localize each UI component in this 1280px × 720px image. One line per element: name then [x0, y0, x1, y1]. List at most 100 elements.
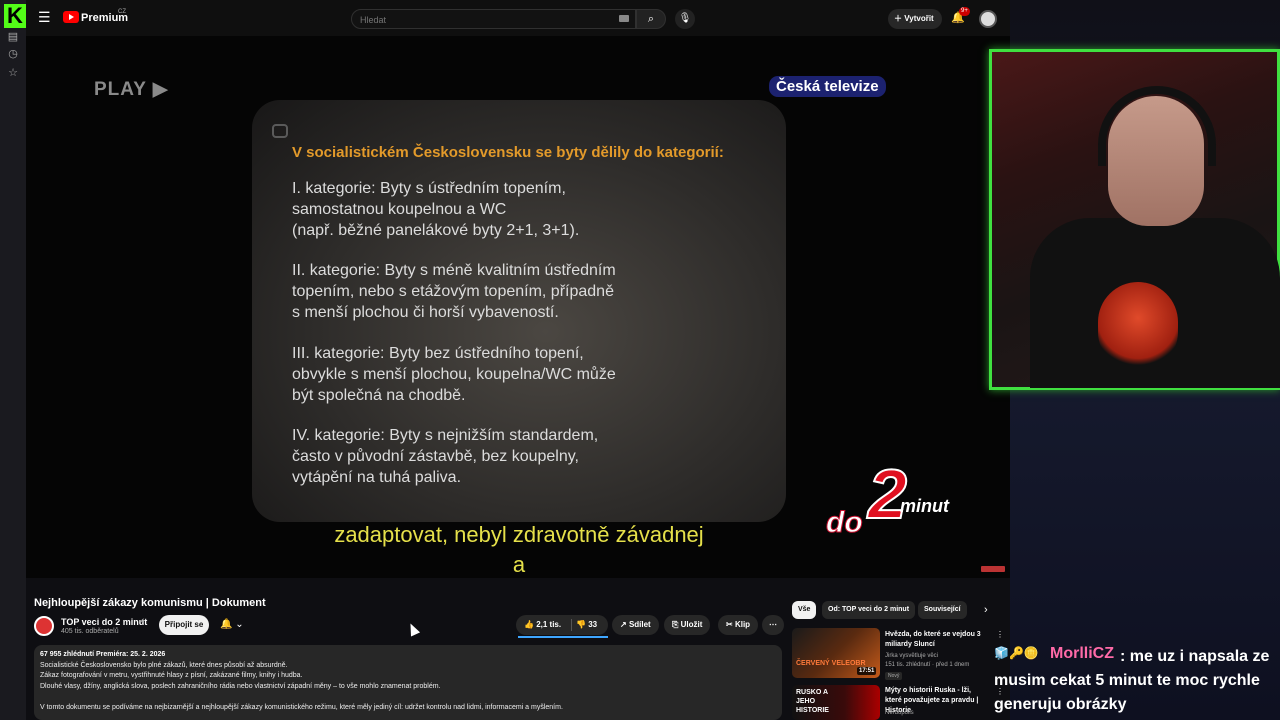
category-1: I. kategorie: Byty s ústředním topením, … [292, 178, 762, 241]
diamond-badge-icon: 🧊 [994, 646, 1009, 660]
new-badge: Nový [885, 672, 903, 680]
related-thumbnail[interactable]: RUSKO A JEHO HISTORIE [792, 685, 880, 720]
notification-badge: 9+ [959, 7, 970, 16]
chevron-right-icon[interactable]: › [984, 604, 988, 616]
create-label: Vytvořit [904, 14, 934, 23]
like-button[interactable]: 👍 2,1 tis. [516, 615, 570, 635]
scissors-icon: ✂ [726, 620, 735, 629]
related-meta: 151 tis. zhlédnutí · před 1 dnem [885, 662, 970, 668]
clock-icon[interactable]: ◷ [6, 47, 20, 61]
youtube-topbar: ☰ Premium CZ ⌕ 🎙 ＋ Vytvořit 🔔 9+ [26, 0, 1010, 36]
slide-line: topením, nebo s etážovým topením, případ… [292, 283, 614, 300]
menu-icon[interactable]: ☰ [38, 10, 52, 24]
save-label: Uložit [680, 620, 703, 629]
slide-line: III. kategorie: Byty bez ústředního tope… [292, 345, 584, 362]
slide-heading: V socialistickém Československu se byty … [292, 144, 724, 161]
channel-name[interactable]: TOP veci do 2 minut [61, 617, 147, 627]
thumbs-down-icon: 👎 [576, 620, 589, 629]
do-2-minut-logo: do 2 minut [826, 454, 950, 540]
chat-username[interactable]: MorlliCZ [1050, 645, 1114, 663]
related-channel[interactable]: Nerdopolis [885, 709, 989, 717]
slide-line: s menší plochou či horší vybaveností. [292, 304, 559, 321]
thumbnail-text: RUSKO A JEHO HISTORIE [796, 689, 829, 714]
clipboard-icon[interactable]: ▤ [6, 30, 20, 44]
slide-line: být společná na chodbě. [292, 387, 466, 404]
dislike-button[interactable]: 👎 33 [574, 615, 608, 635]
star-icon[interactable]: ☆ [6, 66, 20, 80]
more-actions-button[interactable]: ⋯ [762, 615, 784, 635]
bell-icon: 🔔 [220, 619, 233, 630]
more-horizontal-icon: ⋯ [769, 620, 777, 629]
mouse-cursor [405, 621, 421, 637]
region-label: CZ [118, 9, 126, 15]
category-4: IV. kategorie: Byty s nejnižším standard… [292, 425, 762, 488]
thumbnail-text: ČERVENÝ VELEOBR [796, 660, 866, 667]
key-badge-icon: 🔑 [1008, 646, 1024, 660]
chip-from-channel[interactable]: Od: TOP veci do 2 minut [822, 601, 916, 619]
youtube-logo-icon[interactable] [63, 11, 79, 23]
slide-line: často v původní zástavbě, bez koupelny, [292, 448, 579, 465]
clip-label: Klip [734, 620, 751, 629]
keyboard-icon[interactable] [619, 15, 629, 22]
description-line: Zákaz fotografování v metru, vystřihnuté… [40, 672, 303, 679]
microphone-icon: 🎙 [678, 13, 692, 24]
search-icon: ⌕ [647, 13, 655, 25]
coin-badge-icon: 🪙 [1023, 646, 1039, 660]
save-button[interactable]: ⎘ Uložit [664, 615, 711, 635]
search-input[interactable] [360, 13, 600, 26]
category-2: II. kategorie: Byty s méně kvalitním úst… [292, 260, 762, 323]
slide-line: I. kategorie: Byty s ústředním topením, [292, 180, 566, 197]
description-line: Socialistické Československo bylo plné z… [40, 662, 288, 669]
plus-icon: ＋ [894, 14, 905, 23]
slide-line: vytápění na tuhá paliva. [292, 469, 462, 486]
like-ratio-bar [518, 636, 608, 638]
dislike-count: 33 [588, 620, 598, 629]
clip-button[interactable]: ✂ Klip [718, 615, 759, 635]
chip-related[interactable]: Související [918, 601, 967, 619]
chat-badges: 🧊🔑🪙 [994, 646, 1039, 660]
slide-line: samostatnou koupelnou a WC [292, 201, 507, 218]
join-button[interactable]: Připojit se [159, 615, 209, 635]
share-icon: ↗ [620, 620, 629, 629]
video-player[interactable]: PLAY ▶ Česká televize V socialistickém Č… [26, 36, 1010, 578]
subscriber-count: 405 tis. odběratelů [61, 628, 119, 635]
slide-line: IV. kategorie: Byty s nejnižším standard… [292, 427, 599, 444]
logo-number: 2 [866, 455, 907, 533]
bookmark-icon: ⎘ [672, 620, 681, 629]
duration-badge: 17:51 [857, 667, 877, 675]
more-vertical-icon[interactable]: ⋮ [996, 630, 1004, 639]
video-title: Nejhloupější zákazy komunismu | Dokument [34, 597, 266, 609]
divider [571, 619, 572, 631]
subtitle-line: zadaptovat, nebyl zdravotně závadnej [334, 522, 704, 547]
logo-do: do [826, 506, 863, 539]
panel-corner-mark [272, 124, 288, 138]
channel-avatar[interactable] [34, 616, 54, 636]
create-button[interactable]: ＋ Vytvořit [888, 9, 942, 29]
related-title[interactable]: Hvězda, do které se vejdou 3 miliardy Sl… [885, 630, 989, 650]
notification-settings-button[interactable]: 🔔 ⌄ [214, 615, 252, 635]
ceska-televize-logo: Česká televize [769, 76, 886, 97]
subtitle-line: a [512, 552, 526, 577]
logo-minut: minut [900, 496, 950, 516]
verified-icon: ✔ [139, 618, 145, 625]
slide-line: II. kategorie: Byty s méně kvalitním úst… [292, 262, 616, 279]
slide-line: (např. běžné panelákové byty 2+1, 3+1). [292, 222, 580, 239]
kick-logo[interactable]: K [4, 4, 26, 28]
slide-line: obvykle s menší plochou, koupelna/WC můž… [292, 366, 616, 383]
voice-search-button[interactable]: 🎙 [675, 9, 695, 29]
share-button[interactable]: ↗ Sdílet [612, 615, 659, 635]
kick-sidebar [0, 0, 26, 720]
view-count-and-date: 67 955 zhlédnutí Premiéra: 25. 2. 2026 [40, 651, 166, 658]
share-label: Sdílet [628, 620, 651, 629]
like-count: 2,1 tis. [536, 620, 562, 629]
account-avatar[interactable] [979, 10, 997, 28]
youtube-watermark [981, 566, 1005, 572]
chip-all[interactable]: Vše [792, 601, 817, 619]
description-line: V tomto dokumentu se podíváme na nejbiza… [40, 704, 563, 711]
category-3: III. kategorie: Byty bez ústředního tope… [292, 343, 762, 406]
chevron-down-icon: ⌄ [235, 619, 244, 630]
vhs-play-overlay: PLAY ▶ [94, 79, 169, 100]
thumbs-up-icon: 👍 [524, 620, 537, 629]
related-channel[interactable]: Jirka vysvětluje věci [885, 652, 989, 660]
search-button[interactable]: ⌕ [636, 9, 666, 29]
